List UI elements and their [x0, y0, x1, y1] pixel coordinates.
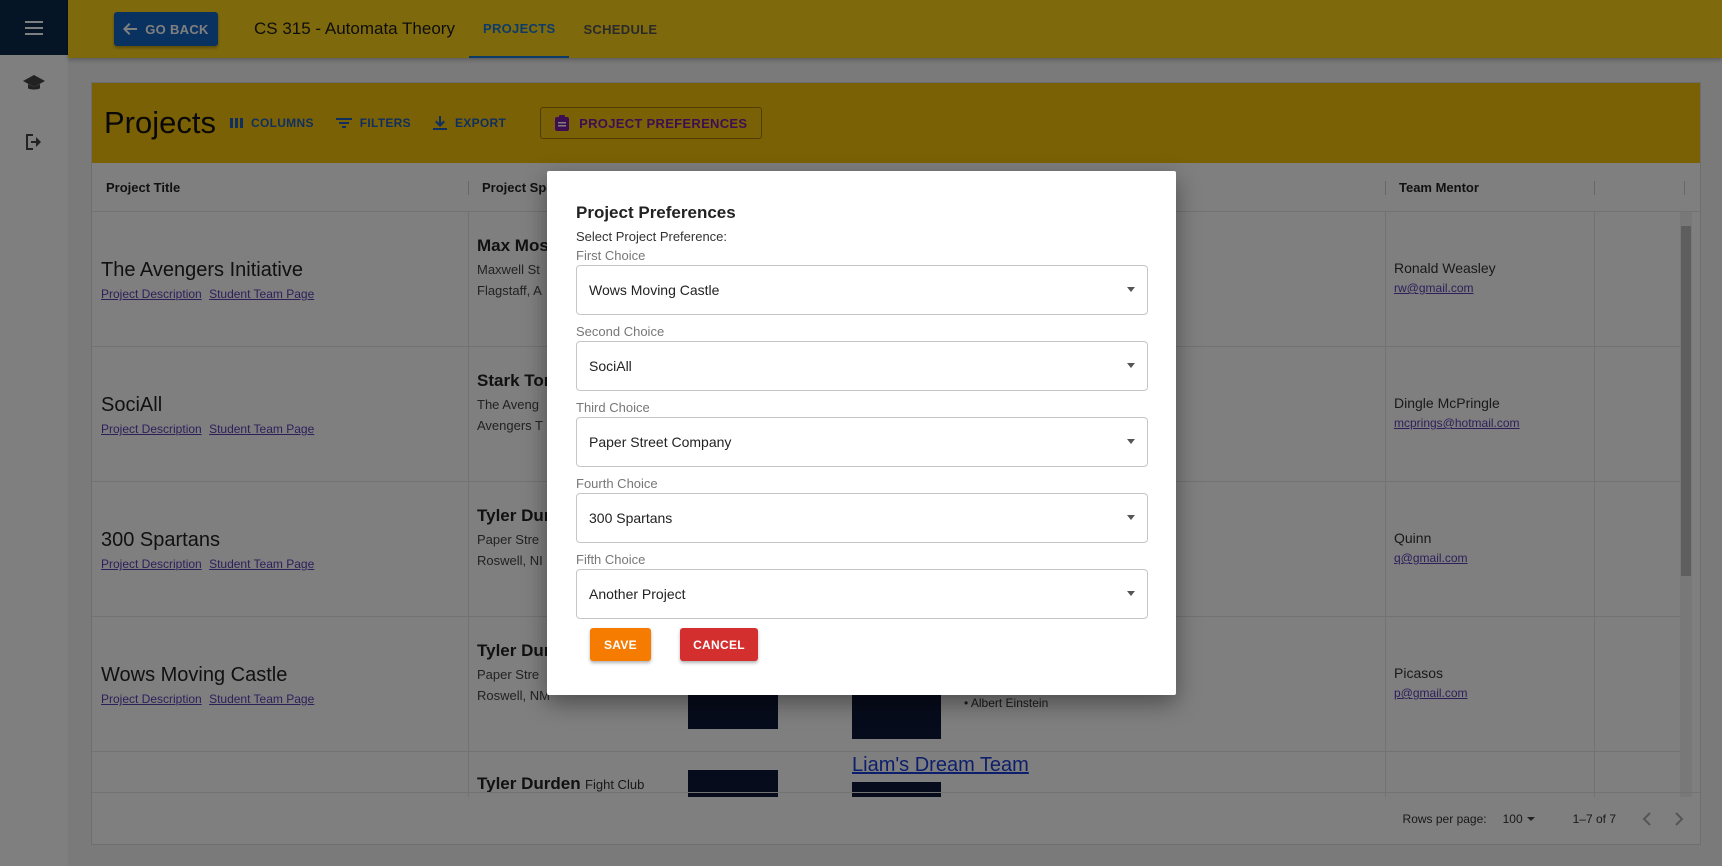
second-choice-select[interactable]: SociAll	[576, 341, 1148, 391]
first-choice-value: Wows Moving Castle	[589, 282, 720, 298]
first-choice-select[interactable]: Wows Moving Castle	[576, 265, 1148, 315]
first-choice-label: First Choice	[576, 248, 646, 263]
project-preferences-dialog: Project Preferences Select Project Prefe…	[547, 171, 1176, 695]
caret-down-icon	[1127, 439, 1135, 444]
fifth-choice-value: Another Project	[589, 586, 686, 602]
save-button[interactable]: SAVE	[590, 628, 651, 661]
fourth-choice-select[interactable]: 300 Spartans	[576, 493, 1148, 543]
caret-down-icon	[1127, 515, 1135, 520]
third-choice-value: Paper Street Company	[589, 434, 732, 450]
caret-down-icon	[1127, 287, 1135, 292]
caret-down-icon	[1127, 363, 1135, 368]
dialog-subtitle: Select Project Preference:	[576, 229, 728, 244]
fourth-choice-value: 300 Spartans	[589, 510, 673, 526]
second-choice-label: Second Choice	[576, 324, 665, 339]
fourth-choice-label: Fourth Choice	[576, 476, 658, 491]
fifth-choice-label: Fifth Choice	[576, 552, 646, 567]
third-choice-label: Third Choice	[576, 400, 650, 415]
cancel-button[interactable]: CANCEL	[680, 628, 758, 661]
dialog-actions: SAVE CANCEL	[590, 628, 1148, 661]
dialog-title: Project Preferences	[576, 203, 736, 222]
third-choice-select[interactable]: Paper Street Company	[576, 417, 1148, 467]
second-choice-value: SociAll	[589, 358, 632, 374]
caret-down-icon	[1127, 591, 1135, 596]
fifth-choice-select[interactable]: Another Project	[576, 569, 1148, 619]
